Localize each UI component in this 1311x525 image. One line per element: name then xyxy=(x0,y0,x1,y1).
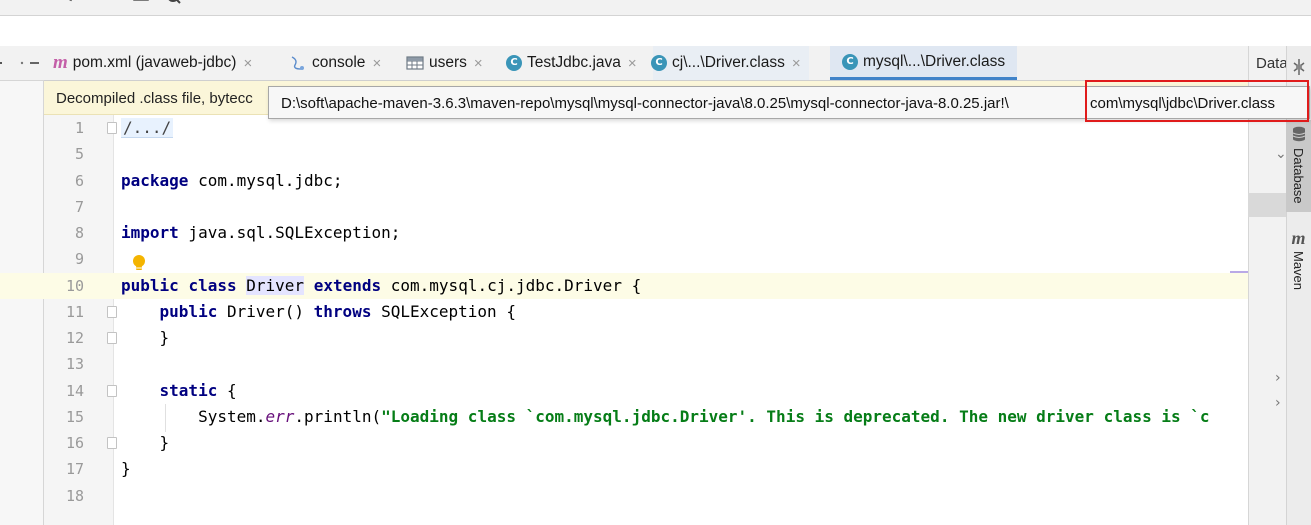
code-line-11: public Driver() throws SQLException { xyxy=(159,302,516,321)
lightbulb-icon[interactable] xyxy=(131,254,147,272)
tab-cj-driver-class[interactable]: C cj\...\Driver.class × xyxy=(651,46,809,80)
tab-pom-xml[interactable]: m pom.xml (javaweb-jdbc) × xyxy=(53,46,252,80)
tab-label: pom.xml (javaweb-jdbc) xyxy=(72,54,237,71)
line-number: 18 xyxy=(65,487,84,505)
maven-icon: m xyxy=(1291,228,1306,248)
maven-icon: m xyxy=(53,52,68,73)
code-line-16: } xyxy=(121,433,170,452)
line-number: 7 xyxy=(74,198,84,216)
console-icon xyxy=(289,54,307,72)
class-icon: C xyxy=(842,53,858,70)
line-number: 12 xyxy=(65,329,84,347)
minimize-icon xyxy=(30,62,39,64)
search-icon[interactable] xyxy=(166,0,182,6)
maven-tool-tab[interactable]: m Maven xyxy=(1286,226,1311,300)
build-hammer-icon[interactable] xyxy=(60,0,76,6)
line-number: 8 xyxy=(74,224,84,242)
line-number: 11 xyxy=(65,303,84,321)
tab-testjdbc-java[interactable]: C TestJdbc.java × xyxy=(506,46,637,80)
collapse-chevron-icon[interactable]: ⌄ xyxy=(1275,146,1287,162)
tab-label: TestJdbc.java xyxy=(527,54,621,71)
code-line-8: import java.sql.SQLException; xyxy=(121,223,401,242)
class-icon: C xyxy=(506,55,522,71)
code-line-6: package com.mysql.jdbc; xyxy=(121,171,343,190)
ant-build-icon[interactable] xyxy=(1291,56,1307,78)
tab-users[interactable]: users × xyxy=(406,46,483,80)
line-number: 14 xyxy=(65,382,84,400)
fold-marker-icon[interactable] xyxy=(107,332,117,344)
tab-mysql-driver-class[interactable]: C mysql\...\Driver.class xyxy=(830,46,1018,80)
class-icon: C xyxy=(651,55,667,71)
database-tab-label: Database xyxy=(1291,148,1306,204)
tab-label: users xyxy=(429,54,467,71)
fold-marker-icon[interactable] xyxy=(107,122,117,134)
line-number: 17 xyxy=(65,460,84,478)
code-line-10: public class Driver extends com.mysql.cj… xyxy=(121,276,642,295)
identifier-highlight: Driver xyxy=(246,276,305,295)
maven-tab-label: Maven xyxy=(1291,251,1306,291)
redo-icon[interactable] xyxy=(28,0,44,6)
database-icon xyxy=(1292,126,1305,142)
tab-label: mysql\...\Driver.class xyxy=(863,52,1006,70)
line-number: 9 xyxy=(74,250,84,268)
line-number: 16 xyxy=(65,434,84,452)
tab-console[interactable]: console × xyxy=(289,46,381,80)
close-icon[interactable]: × xyxy=(628,55,637,72)
line-number: 5 xyxy=(74,145,84,163)
more-icon xyxy=(20,61,24,65)
close-icon[interactable]: × xyxy=(243,55,252,72)
indent-guide xyxy=(165,404,166,432)
code-line-12: } xyxy=(121,328,170,347)
line-number: 6 xyxy=(74,172,84,190)
red-annotation-box xyxy=(1085,80,1309,122)
line-number: 13 xyxy=(65,355,84,373)
database-tree-selection[interactable] xyxy=(1248,193,1286,217)
line-number: 1 xyxy=(74,119,84,137)
close-icon[interactable]: × xyxy=(474,55,483,72)
tooltip-path-prefix: D:\soft\apache-maven-3.6.3\maven-repo\my… xyxy=(281,95,1009,112)
tab-label: cj\...\Driver.class xyxy=(672,54,785,71)
main-toolbar xyxy=(0,0,1311,16)
line-number: 15 xyxy=(65,408,84,426)
close-icon[interactable]: × xyxy=(792,55,801,72)
fold-marker-icon[interactable] xyxy=(107,306,117,318)
project-structure-icon[interactable] xyxy=(92,0,108,6)
code-line-14: static { xyxy=(159,381,237,400)
database-tool-tab[interactable]: Database xyxy=(1286,120,1311,212)
banner-text: Decompiled .class file, bytecc xyxy=(56,90,253,107)
table-icon xyxy=(406,55,424,71)
code-line-17: } xyxy=(121,459,131,478)
undo-icon[interactable] xyxy=(8,0,24,6)
fold-marker-icon[interactable] xyxy=(107,437,117,449)
window-icon[interactable] xyxy=(133,0,149,6)
editor-tabs: m pom.xml (javaweb-jdbc) × console × use… xyxy=(44,46,1248,81)
chevron-right-icon[interactable]: › xyxy=(1275,370,1281,386)
line-number: 10 xyxy=(65,277,84,295)
scrollbar-marker[interactable] xyxy=(1230,271,1248,273)
chevron-right-icon[interactable]: › xyxy=(1275,395,1281,411)
folded-region[interactable]: /.../ xyxy=(121,118,174,138)
code-line-1: /.../ xyxy=(121,118,174,138)
code-line-15: System.err.println("Loading class `com.m… xyxy=(121,407,1210,426)
toolwindow-controls xyxy=(0,61,39,65)
close-icon[interactable]: × xyxy=(372,55,381,72)
fold-marker-icon[interactable] xyxy=(107,385,117,397)
tab-label: console xyxy=(312,54,366,71)
